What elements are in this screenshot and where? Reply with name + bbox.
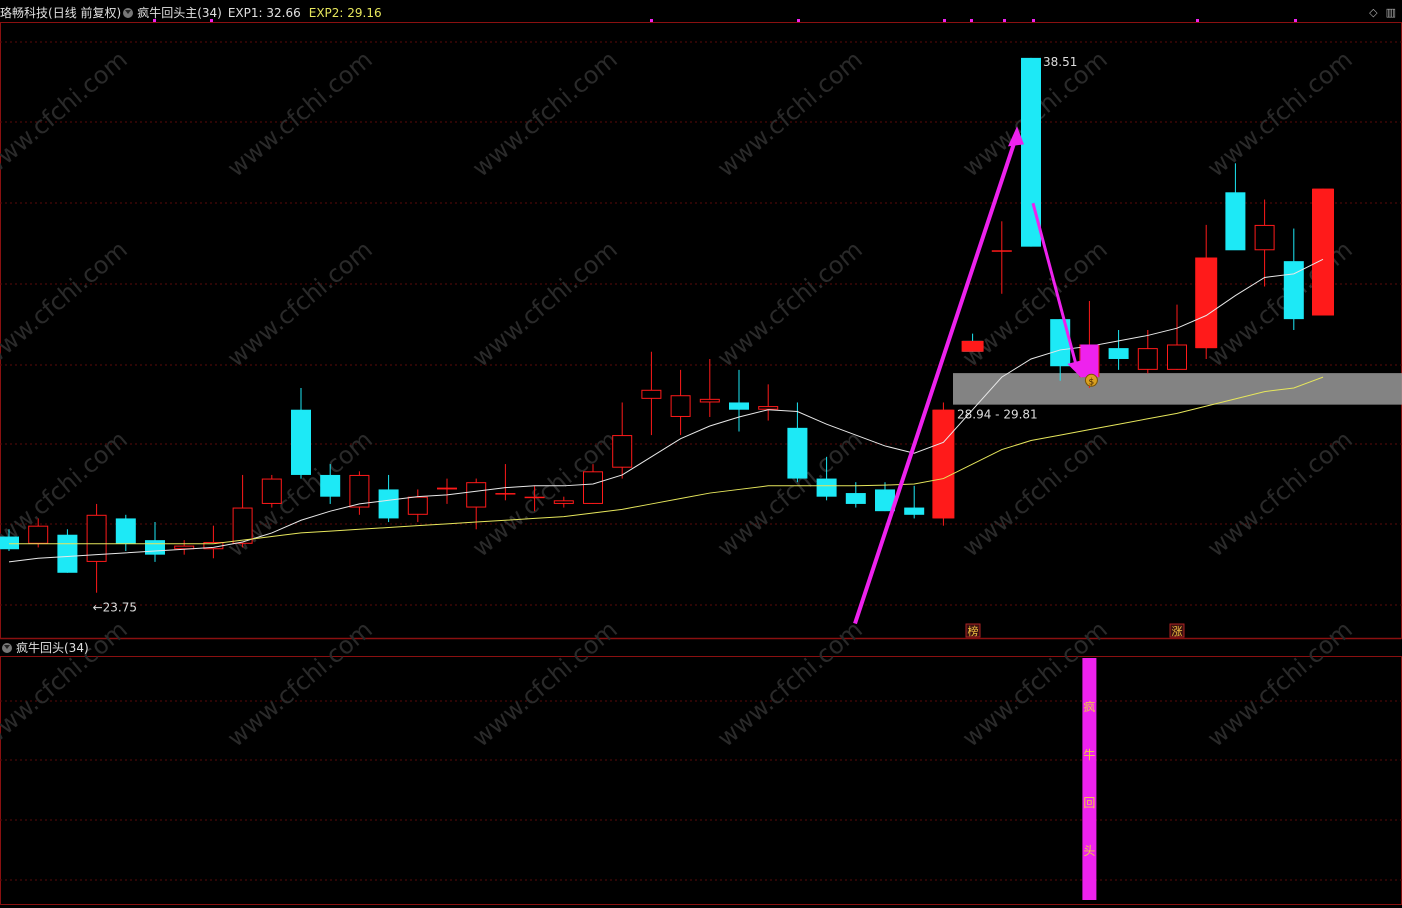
candle-body[interactable] <box>145 540 165 555</box>
sub-indicator-dropdown-icon[interactable] <box>2 643 12 653</box>
candle-body[interactable] <box>1254 224 1275 251</box>
watermark-text: www.cfchi.com <box>467 615 623 752</box>
indicator-dropdown-icon[interactable] <box>123 8 134 18</box>
watermark-text: www.cfchi.com <box>957 425 1113 562</box>
candle-body[interactable] <box>845 493 866 504</box>
watermark-text: www.cfchi.com <box>1202 615 1358 752</box>
candle-body[interactable] <box>670 395 691 417</box>
watermark-text: www.cfchi.com <box>0 45 133 182</box>
stock-name[interactable]: 珞畅科技 <box>0 4 48 22</box>
signal-dot <box>1032 19 1035 22</box>
diamond-icon[interactable]: ◇ <box>1369 6 1377 19</box>
window-controls: ◇ ▥ <box>1369 6 1396 19</box>
candle-body[interactable] <box>991 250 1012 252</box>
candle-body[interactable] <box>28 525 49 544</box>
candle-body-solid[interactable] <box>932 409 955 519</box>
period-label: (日线 前复权) <box>48 6 122 20</box>
tag-bang: 榜 <box>968 624 979 638</box>
watermark-text: www.cfchi.com <box>467 235 623 372</box>
support-zone-band <box>953 373 1402 405</box>
candle-body[interactable] <box>232 507 253 544</box>
candle-body-solid[interactable] <box>961 340 984 352</box>
candle-body[interactable] <box>0 536 19 550</box>
candle-body[interactable] <box>729 402 749 410</box>
candle-body[interactable] <box>115 518 136 544</box>
candle-body[interactable] <box>466 482 487 508</box>
candle-body[interactable] <box>291 409 311 475</box>
zone-range-label: 28.94 - 29.81 <box>957 408 1038 422</box>
watermark-text: www.cfchi.com <box>1202 45 1358 182</box>
main-panel-header: 珞畅科技 (日线 前复权) 疯牛回头主(34) EXP1: 32.66 EXP2… <box>0 4 382 22</box>
chart-window: www.cfchi.com www.cfchi.com www.cfchi.com w… <box>0 0 1402 908</box>
candle-body[interactable] <box>787 427 808 479</box>
candle-body[interactable] <box>407 496 428 515</box>
candle-body[interactable] <box>1108 348 1129 359</box>
watermark-text: www.cfchi.com <box>712 615 868 752</box>
indicator-name[interactable]: 疯牛回头主(34) <box>137 4 222 22</box>
candle-body[interactable] <box>904 507 925 515</box>
sub-panel-border <box>0 656 1402 905</box>
signal-dot <box>943 19 946 22</box>
exp2-value: EXP2: 29.16 <box>308 6 382 20</box>
watermark-text: www.cfchi.com <box>222 45 378 182</box>
candle-body[interactable] <box>378 489 399 519</box>
main-chart-svg[interactable]: www.cfchi.com www.cfchi.com www.cfchi.com w… <box>0 0 1402 908</box>
sub-indicator-name[interactable]: 疯牛回头(34) <box>16 639 89 657</box>
candle-body[interactable] <box>816 478 837 497</box>
candle-body[interactable] <box>320 474 341 497</box>
candle-body[interactable] <box>641 389 662 399</box>
signal-char: 头 <box>1083 844 1095 858</box>
signal-dot <box>797 19 800 22</box>
signal-dot <box>1294 19 1297 22</box>
candle-body[interactable] <box>1137 348 1158 370</box>
grid-icon[interactable]: ▥ <box>1386 6 1396 19</box>
candle-body[interactable] <box>349 474 370 508</box>
tag-zhang: 涨 <box>1172 625 1183 638</box>
candle-body[interactable] <box>1225 192 1246 251</box>
sub-panel-header: 疯牛回头(34) <box>0 639 89 657</box>
candle-body[interactable] <box>437 487 457 490</box>
watermark-text: www.cfchi.com <box>712 235 868 372</box>
signal-dot <box>650 19 653 22</box>
signal-char: 牛 <box>1083 747 1095 762</box>
signal-bar[interactable] <box>1082 658 1097 900</box>
candle-body-solid[interactable] <box>1312 188 1334 316</box>
watermark-text: www.cfchi.com <box>467 45 623 182</box>
signal-char: 疯 <box>1083 699 1095 714</box>
exp1-value: EXP1: 32.66 <box>227 6 301 20</box>
candle-body[interactable] <box>699 398 720 403</box>
candle-body[interactable] <box>57 534 78 573</box>
candle-body[interactable] <box>1167 344 1187 370</box>
signal-dot <box>970 19 973 22</box>
ma-line-white <box>8 258 1324 563</box>
candle-body-solid[interactable] <box>1195 257 1218 349</box>
watermark-text: www.cfchi.com <box>1202 425 1358 562</box>
low-price-label: ←23.75 <box>93 601 137 615</box>
watermark-text: www.cfchi.com <box>222 235 378 372</box>
signal-dot <box>1196 19 1199 22</box>
candle-body[interactable] <box>758 406 779 410</box>
watermark-text: www.cfchi.com <box>222 615 378 752</box>
candle-body[interactable] <box>261 478 282 504</box>
coin-icon-symbol: $ <box>1089 377 1095 387</box>
signal-char: 回 <box>1083 796 1095 810</box>
candle-body[interactable] <box>583 471 603 504</box>
high-price-label: 38.51 <box>1043 55 1077 69</box>
watermark-text: www.cfchi.com <box>0 235 133 372</box>
watermark-text: www.cfchi.com <box>0 615 133 752</box>
candle-body[interactable] <box>524 496 545 499</box>
signal-dot <box>1003 19 1006 22</box>
watermark-text: www.cfchi.com <box>712 45 868 182</box>
watermark-text: www.cfchi.com <box>1202 235 1358 372</box>
candle-body[interactable] <box>612 435 633 468</box>
candle-body[interactable] <box>553 500 574 504</box>
candle-body[interactable] <box>495 493 516 495</box>
